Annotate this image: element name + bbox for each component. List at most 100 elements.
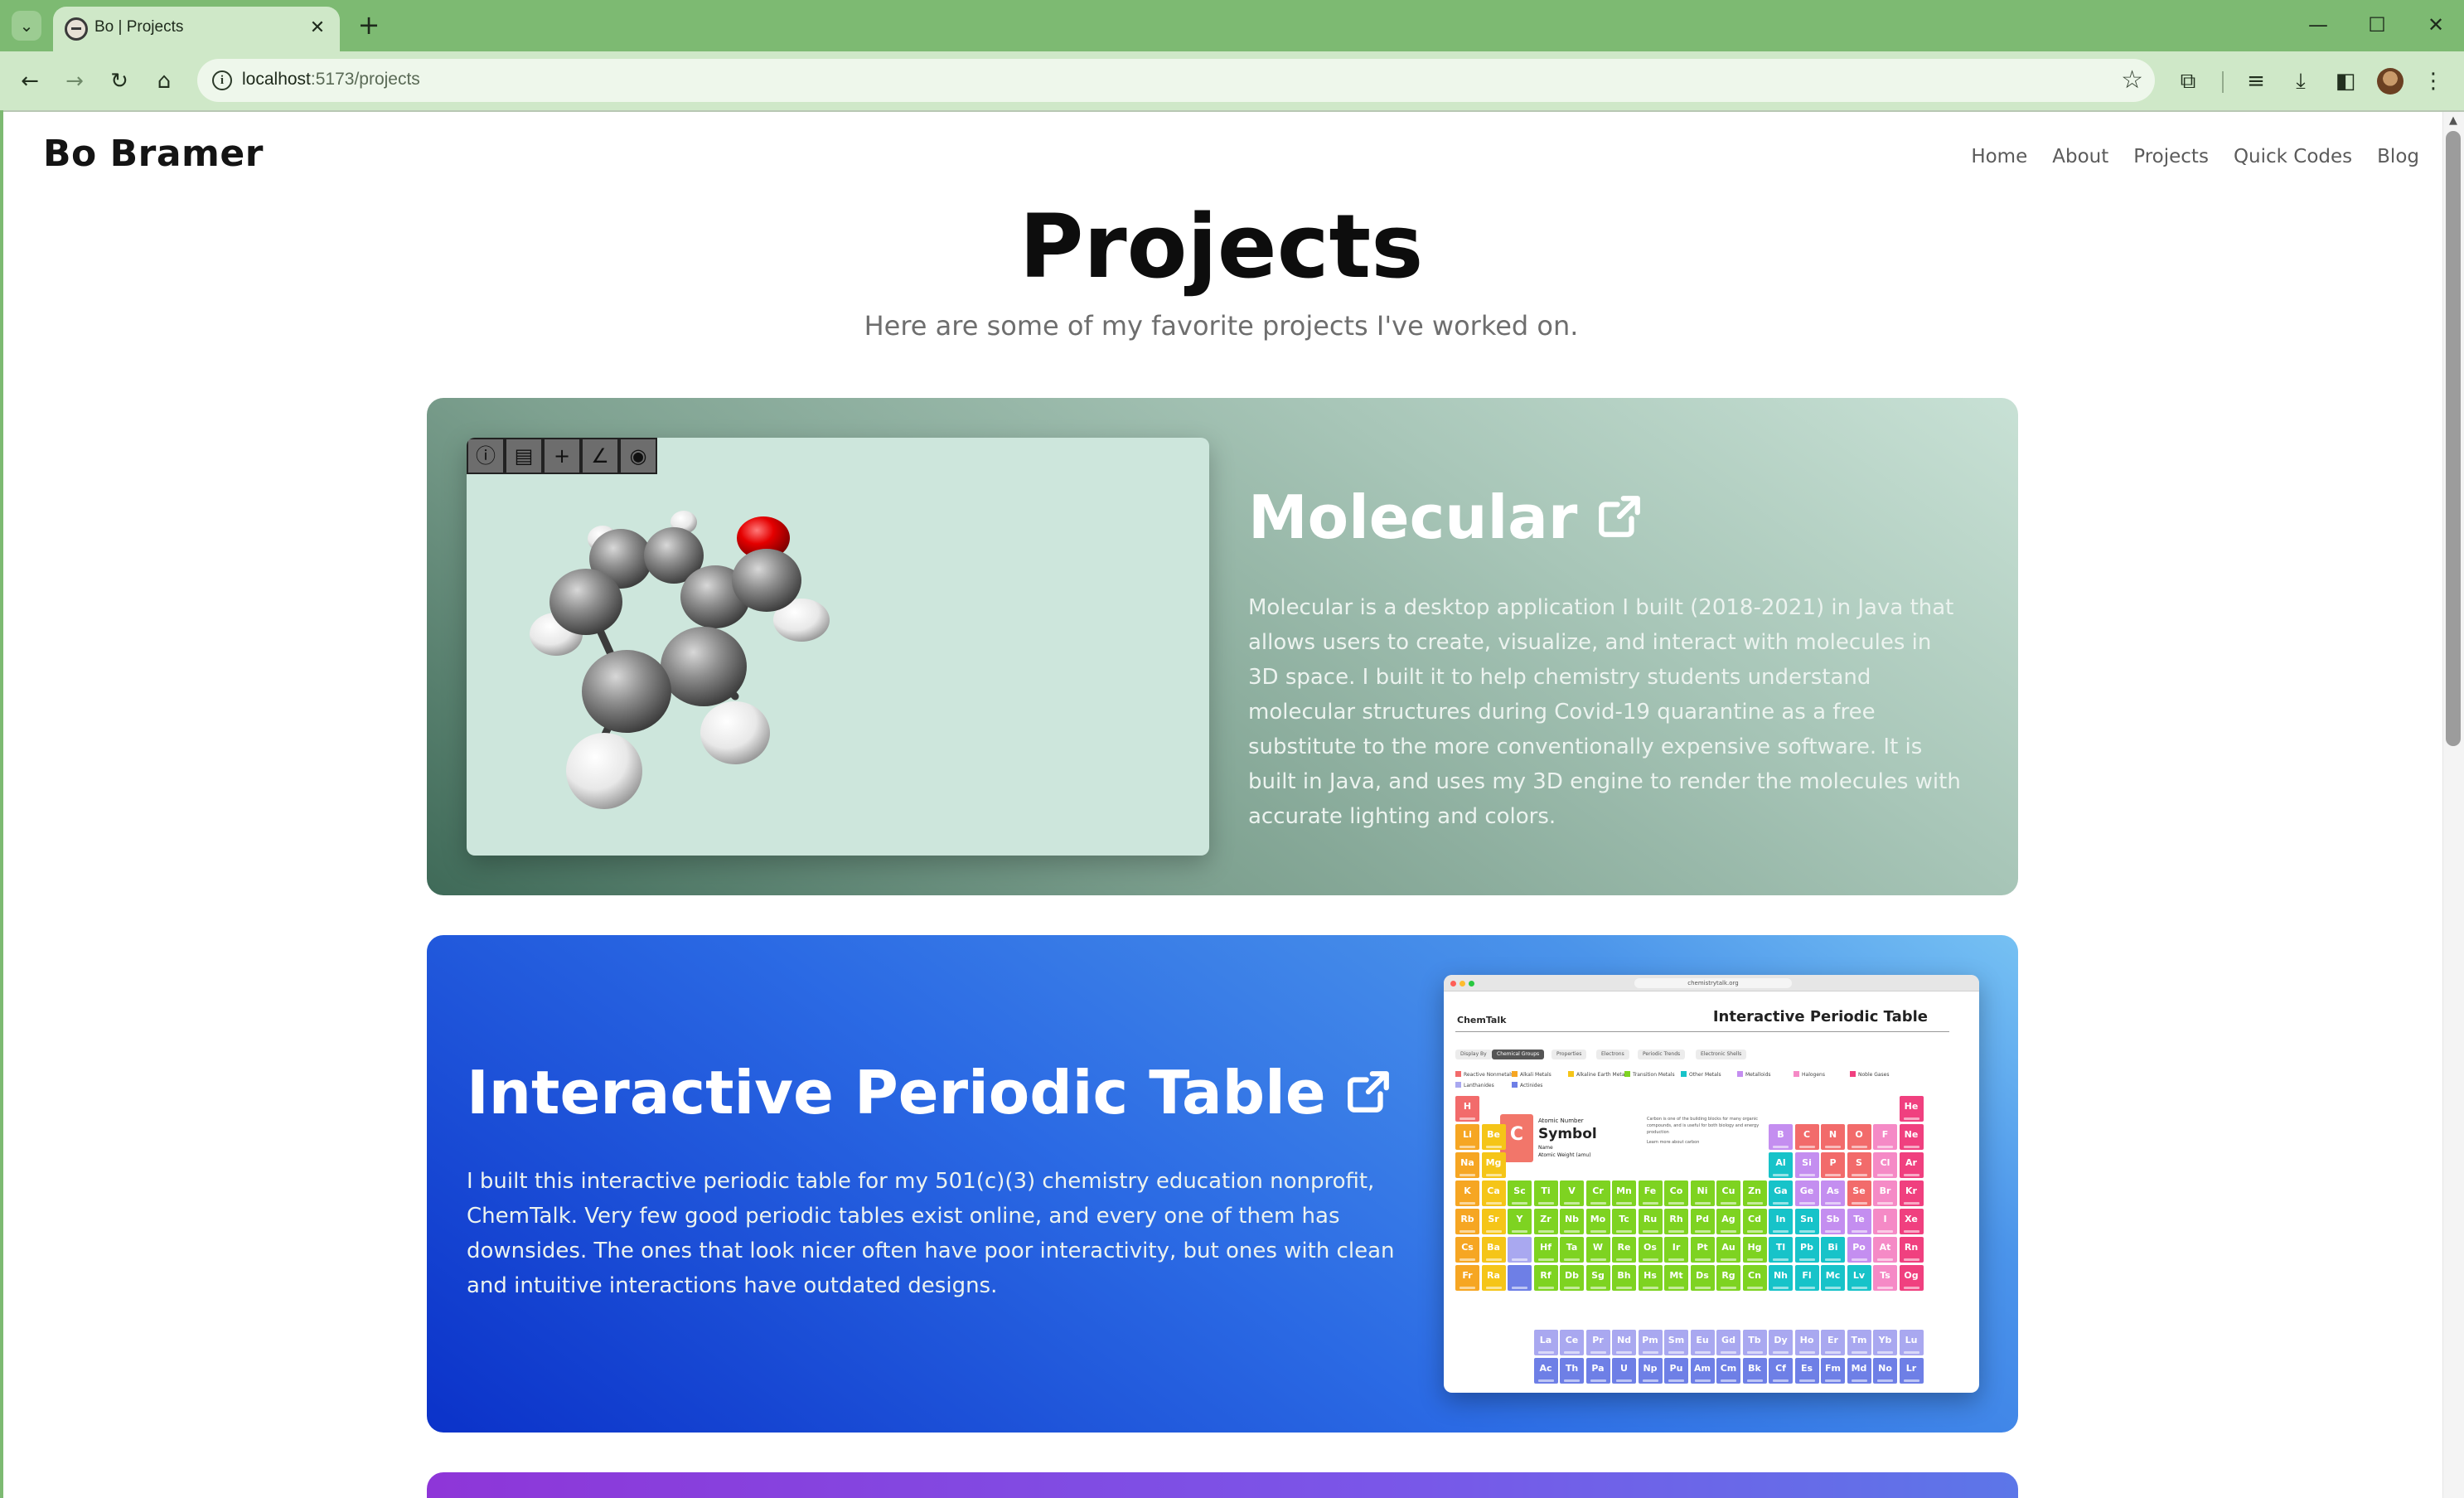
reload-icon[interactable]: ↻ [101,63,138,99]
nav-quick-codes[interactable]: Quick Codes [2234,146,2352,167]
project-title-periodic-table[interactable]: Interactive Periodic Table [467,1058,1392,1127]
element-tile: Rn [1899,1237,1924,1263]
element-tile: Pr [1585,1330,1610,1355]
element-tile [1508,1265,1532,1291]
element-tile: Te [1847,1209,1871,1234]
element-tile: Rf [1533,1265,1558,1291]
element-tile: Fr [1455,1265,1479,1291]
project-title-molecular[interactable]: Molecular [1248,482,1643,552]
element-tile: Cd [1742,1209,1767,1234]
element-tile: Cr [1585,1180,1610,1206]
element-tile: Y [1508,1209,1532,1234]
element-tile: Ba [1481,1237,1506,1263]
element-tile: Pd [1690,1209,1715,1234]
menu-kebab-icon[interactable]: ⋮ [2415,63,2452,99]
project-card-next [427,1472,2018,1498]
site-info-icon[interactable]: i [212,70,232,90]
downloads-icon[interactable]: ⤓ [2282,63,2319,99]
element-tile: Db [1560,1265,1584,1291]
element-tile: Mc [1821,1265,1845,1291]
tab-search-icon[interactable]: ⌄ [12,11,41,41]
element-tile: Sg [1585,1265,1610,1291]
browser-chrome: ⌄ Bo | Projects ✕ + — ☐ ✕ ← → ↻ ⌂ i loca… [0,0,2464,110]
element-tile: Ru [1638,1209,1663,1234]
extensions-icon[interactable]: ⧉ [2170,63,2206,99]
element-tile: Sn [1794,1209,1819,1234]
new-tab-icon[interactable]: + [353,10,385,41]
element-tile: Po [1847,1237,1871,1263]
nav-blog[interactable]: Blog [2377,146,2419,167]
element-tile: Ds [1690,1265,1715,1291]
element-tile: Md [1847,1358,1871,1384]
browser-tab[interactable]: Bo | Projects ✕ [53,7,340,51]
element-tile: Cf [1769,1358,1793,1384]
legend-item: Alkaline Earth Metals [1568,1071,1629,1078]
element-tile: Nh [1769,1265,1793,1291]
element-tile: Mt [1664,1265,1688,1291]
element-tile: Eu [1690,1330,1715,1355]
featured-element-note: Carbon is one of the building blocks for… [1647,1117,1760,1145]
scrollbar-thumb[interactable] [2446,131,2461,746]
back-icon[interactable]: ← [12,63,48,99]
element-tile: Sc [1508,1180,1532,1206]
element-tile: Xe [1899,1209,1924,1234]
tab-title: Bo | Projects [94,18,184,36]
external-link-icon[interactable] [1344,1068,1392,1116]
minimize-icon[interactable]: — [2296,7,2341,43]
window-close-icon[interactable]: ✕ [2413,7,2458,43]
filter-label: Display By [1455,1050,1492,1059]
maximize-icon[interactable]: ☐ [2355,7,2399,43]
element-tile: Be [1481,1124,1506,1150]
element-tile: Pb [1794,1237,1819,1263]
toolbar-separator [2222,71,2224,93]
filter-periodic-trends: Periodic Trends [1638,1050,1686,1059]
nav-home[interactable]: Home [1971,146,2027,167]
legend-item: Transition Metals [1624,1071,1675,1078]
filter-electronic-shells: Electronic Shells [1696,1050,1747,1059]
element-tile: Lr [1899,1358,1924,1384]
reading-list-icon[interactable]: ≡ [2238,63,2274,99]
home-icon[interactable]: ⌂ [146,63,182,99]
screenshot-rule [1455,1031,1949,1032]
filter-chemical-groups: Chemical Groups [1492,1050,1545,1059]
element-tile: Mn [1612,1180,1636,1206]
element-tile: Pm [1638,1330,1663,1355]
element-tile: Ra [1481,1265,1506,1291]
element-tile: Sm [1664,1330,1688,1355]
legend-item: Alkali Metals [1512,1071,1551,1078]
browser-toolbar: ← → ↻ ⌂ i localhost:5173/projects ☆ ⧉ ≡ … [0,51,2464,110]
element-tile: Mg [1481,1152,1506,1178]
nav-projects[interactable]: Projects [2133,146,2209,167]
element-tile: B [1769,1124,1793,1150]
tab-close-icon[interactable]: ✕ [305,16,330,41]
element-tile: Ho [1794,1330,1819,1355]
side-panel-icon[interactable]: ◧ [2327,63,2364,99]
legend-item: Halogens [1794,1071,1825,1078]
forward-icon[interactable]: → [56,63,93,99]
project-card-periodic-table: Interactive Periodic Table I built this … [427,935,2018,1433]
tab-favicon-icon [65,17,88,41]
element-tile: He [1899,1096,1924,1122]
site-logo[interactable]: Bo Bramer [43,133,264,175]
element-tile: Zn [1742,1180,1767,1206]
element-tile: C [1794,1124,1819,1150]
element-tile: Bk [1742,1358,1767,1384]
element-tile: Au [1716,1237,1740,1263]
element-tile: Zr [1533,1209,1558,1234]
molecule-render [530,511,830,809]
tab-strip: ⌄ Bo | Projects ✕ + — ☐ ✕ [0,0,2464,51]
legend-item: Reactive Nonmetals [1455,1071,1513,1078]
element-tile: Tm [1847,1330,1871,1355]
profile-avatar[interactable] [2377,68,2403,95]
external-link-icon[interactable] [1595,492,1643,541]
address-bar[interactable]: i localhost:5173/projects ☆ [197,59,2155,102]
filter-properties: Properties [1551,1050,1587,1059]
scroll-up-icon[interactable]: ▲ [2445,113,2462,129]
nav-about[interactable]: About [2052,146,2108,167]
element-tile: Hs [1638,1265,1663,1291]
element-tile: Rb [1455,1209,1479,1234]
periodic-table-screenshot: chemistrytalk.org ChemTalk Interactive P… [1444,975,1979,1393]
element-tile: Am [1690,1358,1715,1384]
bookmark-star-icon[interactable]: ☆ [2121,65,2143,95]
featured-element-info: Atomic Number Symbol Name Atomic Weight … [1538,1117,1597,1158]
